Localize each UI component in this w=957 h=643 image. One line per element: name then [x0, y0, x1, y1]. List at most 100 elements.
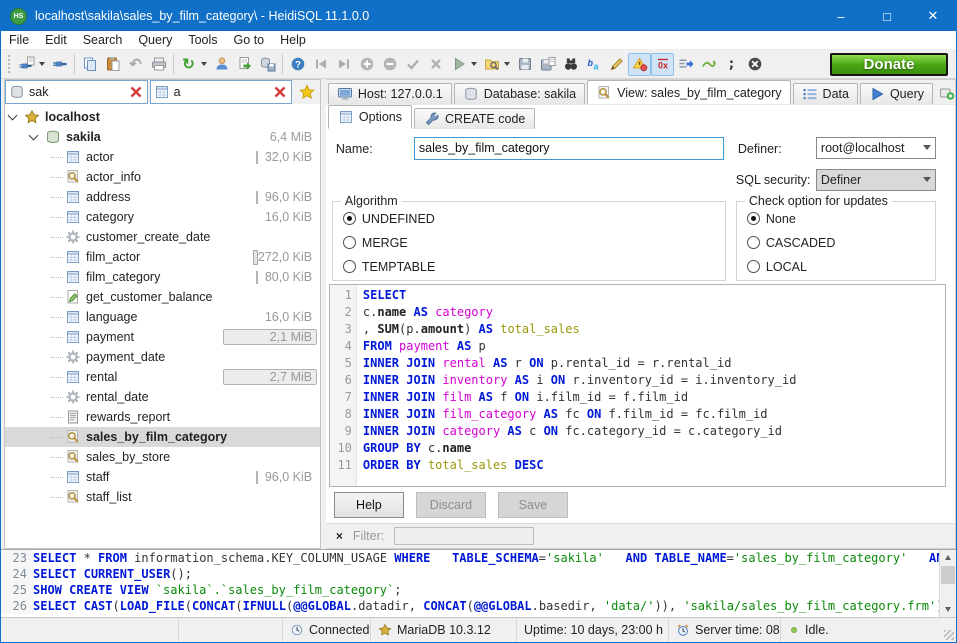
tree-item-payment_date[interactable]: payment_date	[5, 347, 320, 367]
tab-view-sales-by-film-category[interactable]: View: sales_by_film_category	[587, 80, 790, 104]
tree-item-category[interactable]: category16,0 KiB	[5, 207, 320, 227]
table-filter-input[interactable]: a	[150, 80, 293, 104]
tab-data[interactable]: Data	[793, 83, 858, 104]
tree-item-get_customer_balance[interactable]: get_customer_balance	[5, 287, 320, 307]
disconnect-icon[interactable]	[48, 53, 71, 76]
expand-chevron-icon[interactable]	[8, 111, 18, 121]
beautify-icon[interactable]	[605, 53, 628, 76]
expand-chevron-icon[interactable]	[29, 131, 39, 141]
scrollbar-thumb[interactable]	[941, 566, 955, 584]
run-query-icon[interactable]	[447, 53, 470, 76]
menu-file[interactable]: File	[1, 31, 37, 50]
cancel-edit-icon[interactable]	[424, 53, 447, 76]
close-filter-icon[interactable]: ×	[336, 529, 343, 543]
tree-item-sales_by_store[interactable]: sales_by_store	[5, 447, 320, 467]
first-record-icon[interactable]	[309, 53, 332, 76]
tree-item-rewards_report[interactable]: rewards_report	[5, 407, 320, 427]
semicolon-delimiter-icon[interactable]: ;	[720, 53, 743, 76]
tree-item-actor_info[interactable]: actor_info	[5, 167, 320, 187]
menu-tools[interactable]: Tools	[180, 31, 225, 50]
tree-item-customer_create_date[interactable]: customer_create_date	[5, 227, 320, 247]
help-icon[interactable]: ?	[286, 53, 309, 76]
tree-item-payment[interactable]: payment2,1 MiB	[5, 327, 320, 347]
filter-input[interactable]	[394, 527, 534, 545]
tree-item-sakila[interactable]: sakila6,4 MiB	[5, 127, 320, 147]
save-sql-icon[interactable]	[513, 53, 536, 76]
tab-host-127-0-0-1[interactable]: Host: 127.0.0.1	[328, 83, 452, 104]
minimize-button[interactable]: –	[818, 1, 864, 31]
dropdown-caret-icon[interactable]	[471, 62, 477, 66]
post-record-icon[interactable]	[401, 53, 424, 76]
radio-button[interactable]	[747, 236, 760, 249]
tree-item-language[interactable]: language16,0 KiB	[5, 307, 320, 327]
clear-filter-icon[interactable]	[272, 84, 288, 100]
donate-button[interactable]: Donate	[830, 53, 948, 76]
tree-item-rental[interactable]: rental2,7 MiB	[5, 367, 320, 387]
paste-icon[interactable]	[101, 53, 124, 76]
tree-item-staff_list[interactable]: staff_list	[5, 487, 320, 507]
find-text-icon[interactable]	[559, 53, 582, 76]
menu-help[interactable]: Help	[272, 31, 314, 50]
tree-item-actor[interactable]: actor32,0 KiB	[5, 147, 320, 167]
radio-button[interactable]	[747, 212, 760, 225]
menu-search[interactable]: Search	[75, 31, 131, 50]
close-button[interactable]: ✕	[910, 1, 956, 31]
radio-cascaded[interactable]: CASCADED	[747, 236, 835, 250]
radio-local[interactable]: LOCAL	[747, 260, 807, 274]
copy-data-icon[interactable]	[256, 53, 279, 76]
subtab-options[interactable]: Options	[328, 105, 412, 129]
tree-item-film_actor[interactable]: film_actor272,0 KiB	[5, 247, 320, 267]
sql-security-combobox[interactable]: Definer	[816, 169, 936, 191]
replace-text-icon[interactable]: ba	[582, 53, 605, 76]
help-button[interactable]: Help	[334, 492, 404, 518]
resize-grip[interactable]	[944, 630, 954, 640]
cancel-operation-icon[interactable]	[743, 53, 766, 76]
new-query-tab-icon[interactable]	[939, 85, 955, 101]
dropdown-caret-icon[interactable]	[201, 62, 207, 66]
user-manager-icon[interactable]	[210, 53, 233, 76]
reformat-icon[interactable]	[697, 53, 720, 76]
refresh-icon[interactable]: ↻	[177, 53, 200, 76]
radio-button[interactable]	[343, 260, 356, 273]
tab-query[interactable]: Query	[860, 83, 933, 104]
last-record-icon[interactable]	[332, 53, 355, 76]
view-name-input[interactable]	[414, 137, 724, 160]
clear-filter-icon[interactable]	[128, 84, 144, 100]
radio-temptable[interactable]: TEMPTABLE	[343, 260, 435, 274]
export-database-icon[interactable]	[233, 53, 256, 76]
maximize-button[interactable]: □	[864, 1, 910, 31]
delete-record-icon[interactable]	[378, 53, 401, 76]
menu-edit[interactable]: Edit	[37, 31, 75, 50]
tree-item-rental_date[interactable]: rental_date	[5, 387, 320, 407]
sql-log-panel[interactable]: 23SELECT * FROM information_schema.KEY_C…	[1, 549, 956, 617]
scroll-down-icon[interactable]	[945, 607, 951, 612]
radio-button[interactable]	[343, 236, 356, 249]
copy-icon[interactable]	[78, 53, 101, 76]
hex-view-icon[interactable]: 0x	[651, 53, 674, 76]
tree-item-film_category[interactable]: film_category80,0 KiB	[5, 267, 320, 287]
print-icon[interactable]	[147, 53, 170, 76]
highlight-errors-icon[interactable]	[628, 53, 651, 76]
subtab-create-code[interactable]: CREATE code	[414, 108, 535, 129]
definer-combobox[interactable]: root@localhost	[816, 137, 936, 159]
tree-item-localhost[interactable]: localhost	[5, 107, 320, 127]
radio-button[interactable]	[343, 212, 356, 225]
database-filter-input[interactable]: sak	[5, 80, 148, 104]
tree-item-staff[interactable]: staff96,0 KiB	[5, 467, 320, 487]
menu-go-to[interactable]: Go to	[226, 31, 273, 50]
tree-item-sales_by_film_category[interactable]: sales_by_film_category	[5, 427, 320, 447]
tree-item-address[interactable]: address96,0 KiB	[5, 187, 320, 207]
menu-query[interactable]: Query	[130, 31, 180, 50]
scroll-up-icon[interactable]	[945, 555, 951, 560]
radio-button[interactable]	[747, 260, 760, 273]
save-button[interactable]: Save	[498, 492, 568, 518]
undo-icon[interactable]: ↶	[124, 53, 147, 76]
tab-database-sakila[interactable]: Database: sakila	[454, 83, 585, 104]
save-sql-as-icon[interactable]	[536, 53, 559, 76]
insert-record-icon[interactable]	[355, 53, 378, 76]
insert-parameters-icon[interactable]	[674, 53, 697, 76]
dropdown-caret-icon[interactable]	[39, 62, 45, 66]
radio-undefined[interactable]: UNDEFINED	[343, 212, 435, 226]
favorites-button[interactable]	[294, 80, 320, 104]
radio-merge[interactable]: MERGE	[343, 236, 408, 250]
